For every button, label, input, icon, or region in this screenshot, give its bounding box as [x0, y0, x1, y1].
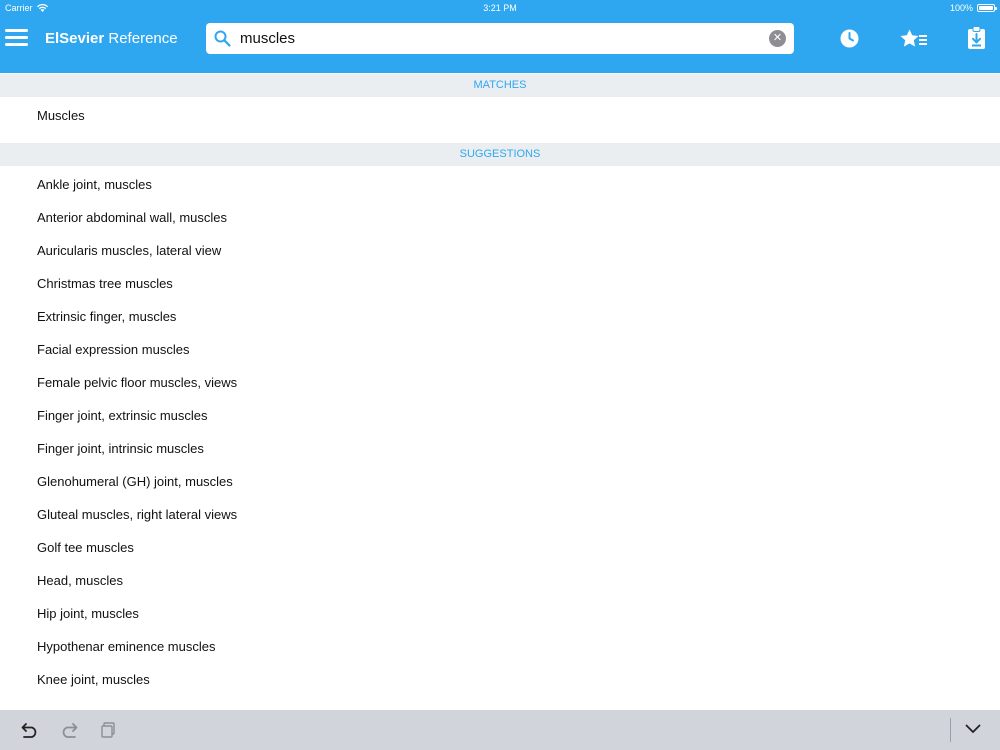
toolbar-divider: [950, 718, 951, 742]
suggestion-item[interactable]: Finger joint, intrinsic muscles: [37, 441, 204, 456]
search-icon: [214, 30, 231, 47]
undo-icon[interactable]: [21, 722, 39, 738]
status-battery: 100%: [949, 3, 997, 13]
suggestion-item[interactable]: Ankle joint, muscles: [37, 177, 152, 192]
suggestion-item[interactable]: Gluteal muscles, right lateral views: [37, 507, 237, 522]
hamburger-menu-icon[interactable]: [5, 29, 28, 49]
suggestion-item[interactable]: Knee joint, muscles: [37, 672, 150, 687]
brand-light: Reference: [104, 30, 178, 47]
suggestion-item[interactable]: Anterior abdominal wall, muscles: [37, 210, 227, 225]
redo-icon[interactable]: [60, 722, 78, 738]
suggestion-item[interactable]: Christmas tree muscles: [37, 276, 173, 291]
app-header: Carrier 3:21 PM 100% ElSevier Reference …: [0, 0, 1000, 73]
chevron-down-icon[interactable]: [965, 724, 981, 734]
suggestion-item[interactable]: Female pelvic floor muscles, views: [37, 375, 237, 390]
battery-percent: 100%: [949, 3, 973, 13]
suggestion-item[interactable]: Extrinsic finger, muscles: [37, 309, 176, 324]
status-bar: Carrier 3:21 PM 100%: [0, 0, 1000, 16]
battery-icon: [977, 4, 997, 12]
brand-bold: ElSevier: [45, 30, 105, 47]
search-box[interactable]: ✕: [206, 23, 794, 54]
search-input[interactable]: [240, 23, 760, 54]
suggestion-item[interactable]: Glenohumeral (GH) joint, muscles: [37, 474, 233, 489]
clear-circle-icon[interactable]: ✕: [769, 30, 786, 47]
clock-icon[interactable]: [840, 29, 859, 48]
star-list-icon[interactable]: [900, 29, 928, 48]
app-title: ElSevier Reference: [45, 30, 178, 47]
suggestion-item[interactable]: Facial expression muscles: [37, 342, 189, 357]
suggestion-item[interactable]: Hypothenar eminence muscles: [37, 639, 215, 654]
clipboard-download-icon[interactable]: [967, 26, 986, 50]
suggestion-item[interactable]: Head, muscles: [37, 573, 123, 588]
suggestion-item[interactable]: Golf tee muscles: [37, 540, 134, 555]
match-item[interactable]: Muscles: [37, 108, 85, 123]
matches-header: MATCHES: [0, 74, 1000, 97]
suggestion-item[interactable]: Finger joint, extrinsic muscles: [37, 408, 208, 423]
suggestions-header: SUGGESTIONS: [0, 143, 1000, 166]
status-time: 3:21 PM: [483, 3, 517, 13]
paste-icon[interactable]: [101, 722, 115, 738]
battery-level: [979, 6, 993, 10]
keyboard-toolbar: [0, 710, 1000, 750]
suggestion-item[interactable]: Auricularis muscles, lateral view: [37, 243, 221, 258]
suggestion-item[interactable]: Hip joint, muscles: [37, 606, 139, 621]
